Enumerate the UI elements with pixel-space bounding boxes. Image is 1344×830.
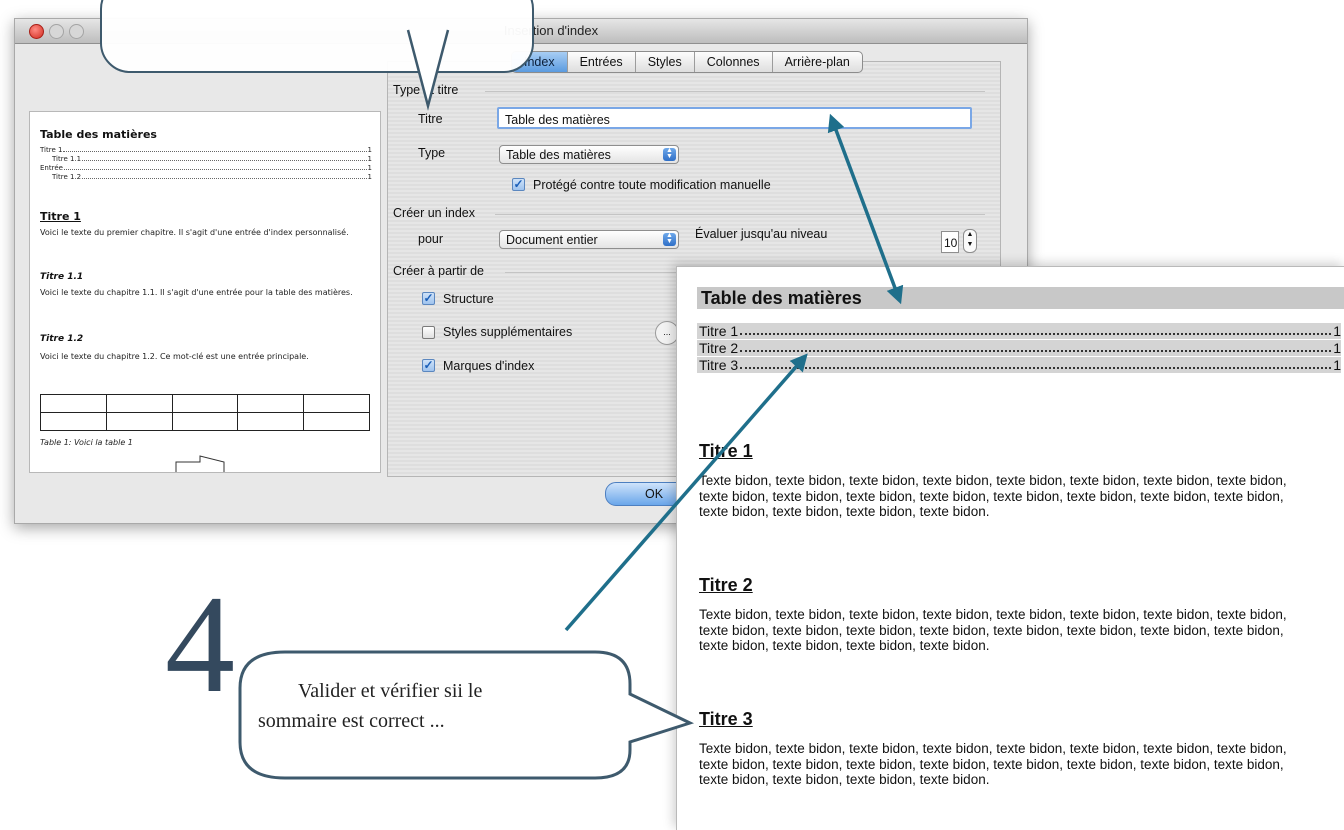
double-arrow-icon: [827, 113, 904, 305]
speech-bubble-line-1: Valider et vérifier sii le: [298, 680, 483, 702]
step-number: 4: [165, 567, 235, 722]
speech-bubble-text: Valider et vérifier sii le sommaire est …: [258, 676, 658, 736]
top-callout-tail: [406, 29, 450, 111]
arrow-icon: [564, 353, 808, 632]
speech-bubble-line-2: sommaire est correct ...: [258, 710, 445, 732]
